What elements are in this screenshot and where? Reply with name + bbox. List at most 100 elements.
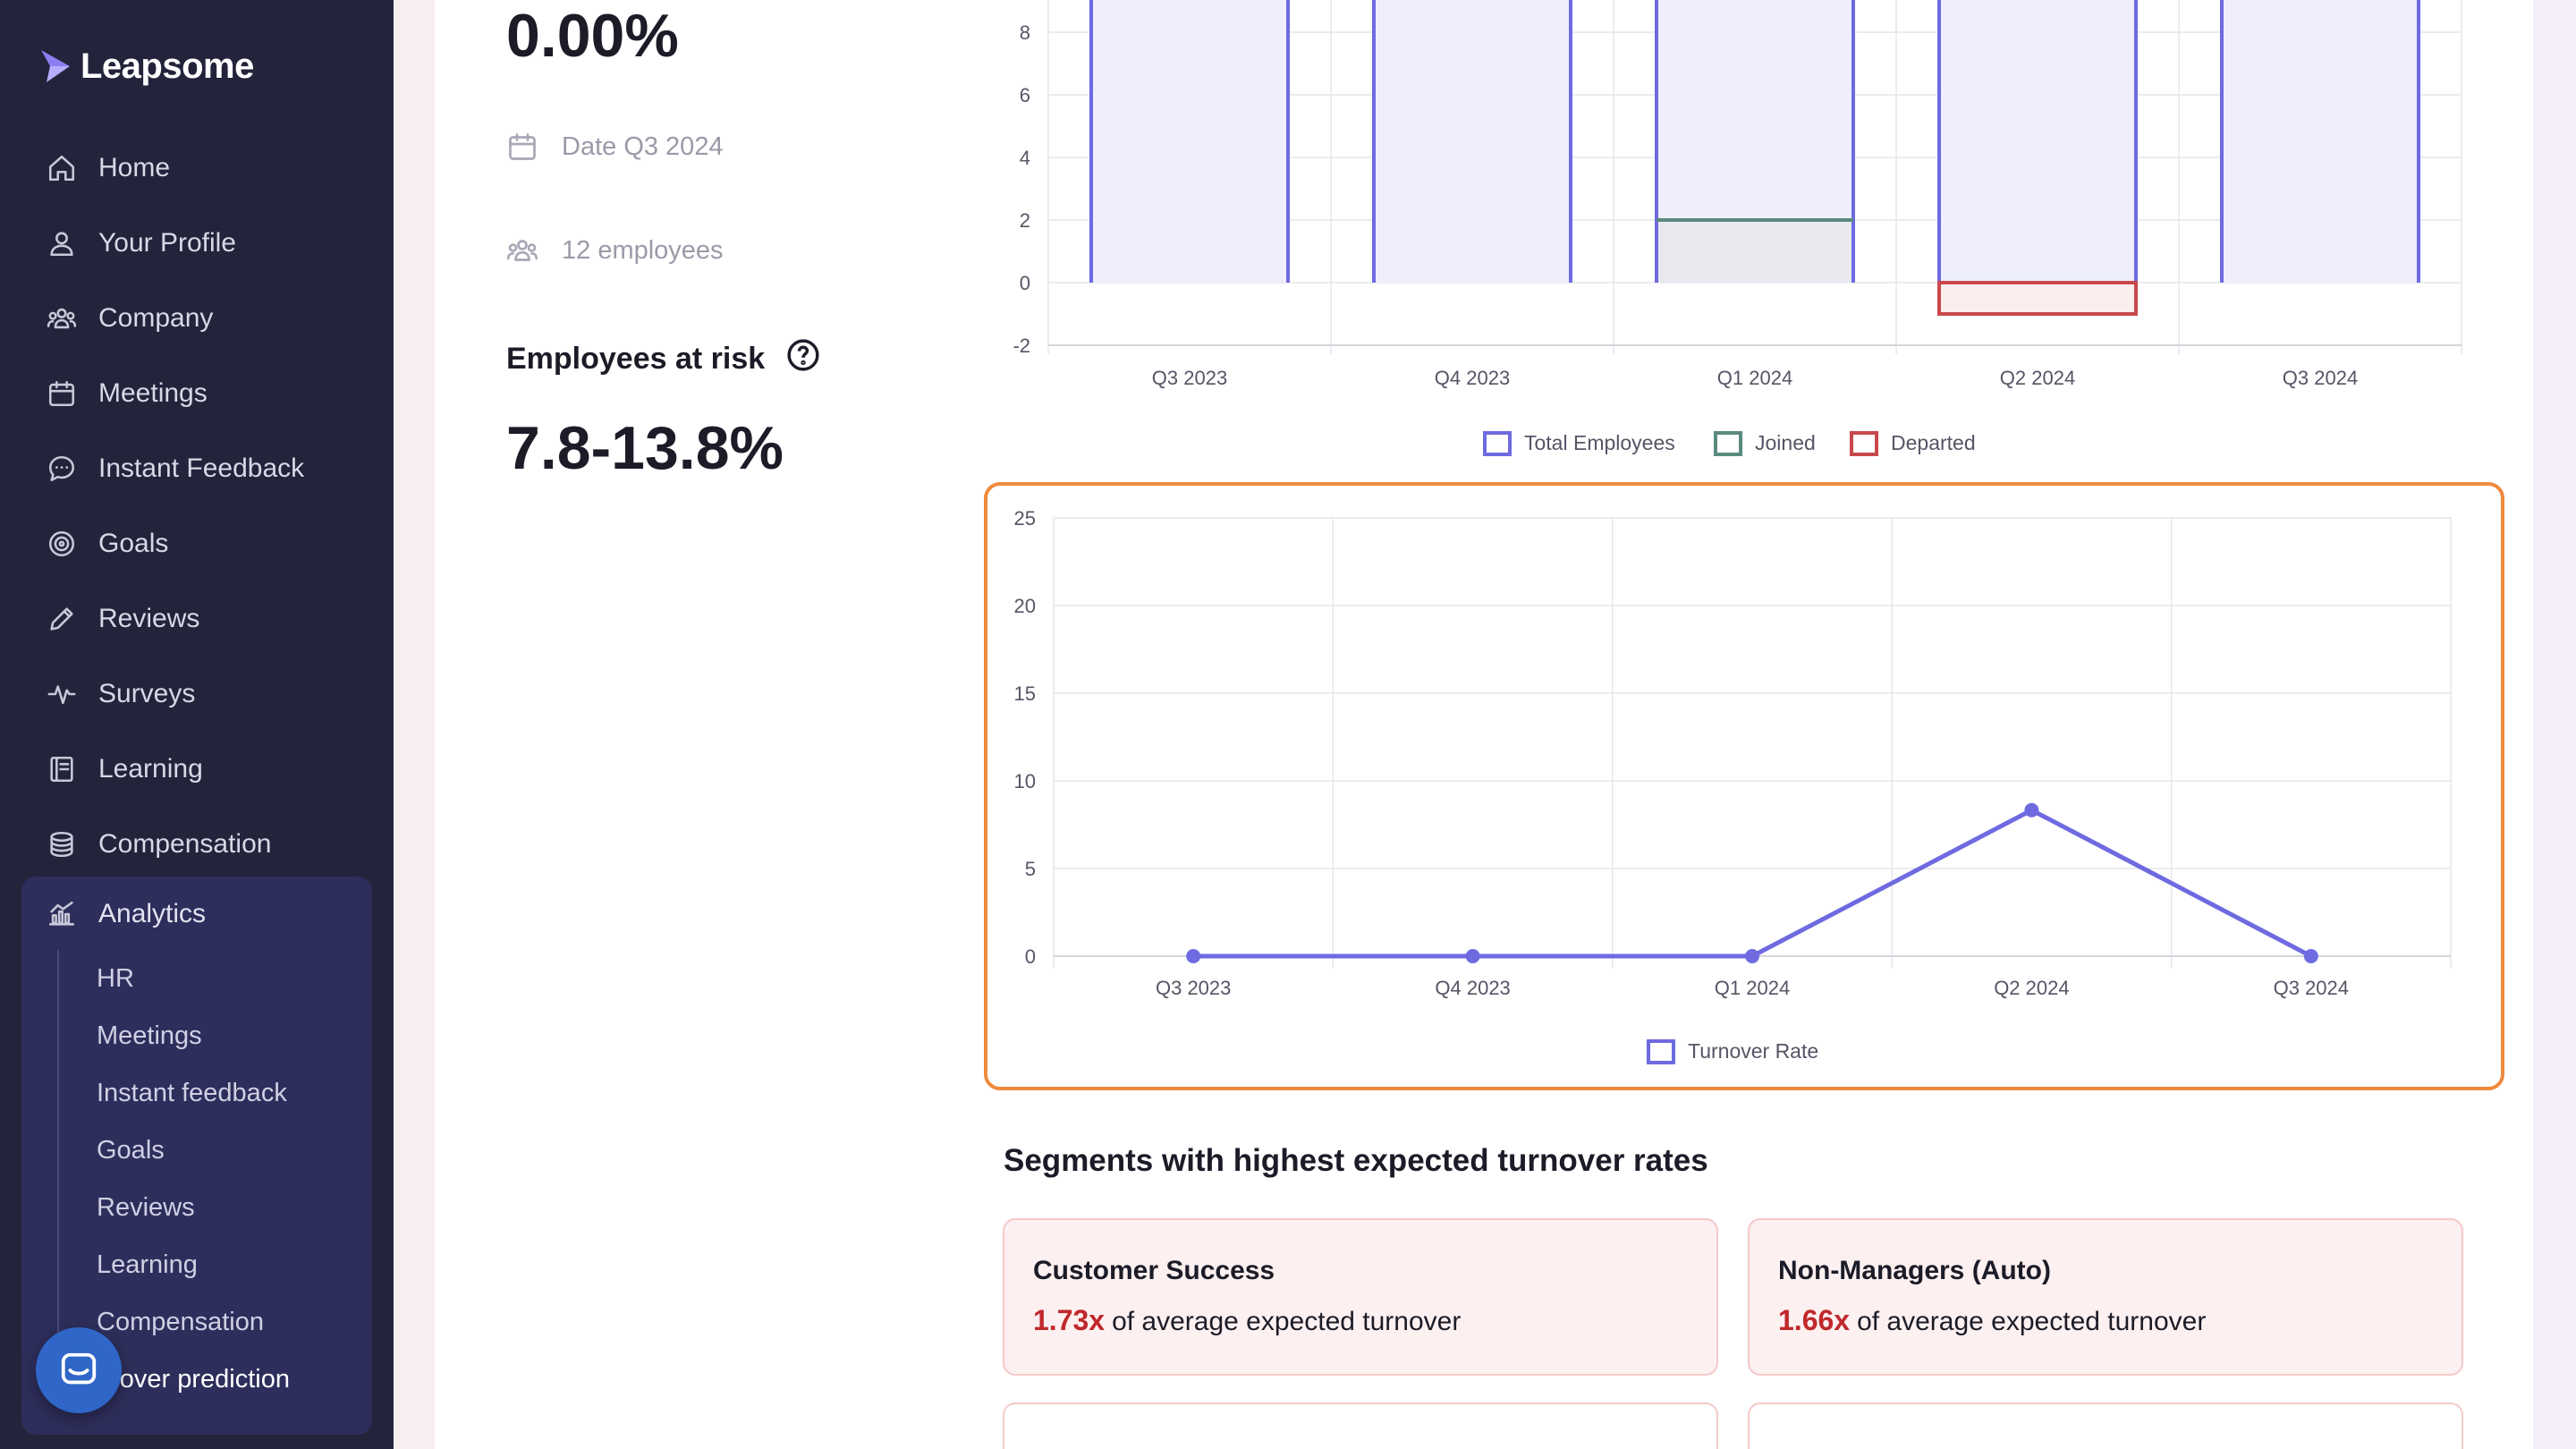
x-tick-label: Q3 2024 — [2274, 977, 2349, 999]
data-point — [1186, 949, 1201, 963]
y-tick-label: 8 — [1020, 21, 1030, 44]
segment-multiplier: 1.73x — [1033, 1304, 1106, 1336]
people-icon — [506, 240, 538, 261]
data-point — [1745, 949, 1759, 963]
chat-launcher-button[interactable] — [36, 1327, 122, 1413]
sidebar-item-company[interactable]: Company — [21, 281, 372, 356]
segments-heading: Segments with highest expected turnover … — [1004, 1143, 1708, 1178]
sub-item-instant-feedback[interactable]: Instant feedback — [59, 1064, 361, 1122]
legend-swatch — [1714, 431, 1742, 456]
x-tick-label: Q3 2023 — [1152, 367, 1227, 389]
y-tick-label: 6 — [1020, 84, 1030, 106]
turnover-rate-value: 0.00% — [506, 2, 679, 70]
legend-swatch — [1483, 431, 1512, 456]
coins-icon — [50, 831, 73, 858]
y-tick-label: 10 — [1014, 770, 1036, 792]
analytics-icon — [48, 901, 75, 926]
sub-item-reviews[interactable]: Reviews — [59, 1179, 361, 1236]
sidebar-item-home[interactable]: Home — [21, 131, 372, 206]
segment-line: 1.66x of average expected turnover — [1778, 1304, 2433, 1337]
date-label: Date Q3 2024 — [562, 131, 724, 161]
help-icon[interactable] — [786, 338, 820, 380]
legend-label: Joined — [1755, 431, 1816, 454]
employees-at-risk-value: 7.8-13.8% — [506, 414, 784, 482]
sidebar-item-learning[interactable]: Learning — [21, 732, 372, 807]
risk-title-text: Employees at risk — [506, 342, 766, 376]
data-point — [1465, 949, 1480, 963]
sidebar-item-label: Home — [98, 153, 171, 182]
sidebar-nav: Home Your Profile Company Meetings Insta… — [21, 131, 372, 882]
legend-swatch — [1850, 431, 1878, 456]
sidebar-item-analytics[interactable]: Analytics — [21, 877, 372, 952]
pencil-icon — [50, 607, 73, 631]
data-point — [2024, 802, 2039, 818]
sidebar-item-label: Goals — [98, 529, 169, 558]
sidebar-item-label: Reviews — [98, 604, 200, 633]
sub-item-hr[interactable]: HR — [59, 950, 361, 1007]
segment-name: Customer Success — [1033, 1256, 1275, 1285]
x-tick-label: Q1 2024 — [1717, 367, 1792, 389]
employees-label: 12 employees — [562, 235, 724, 265]
y-tick-label: 20 — [1014, 595, 1036, 617]
sidebar-item-meetings[interactable]: Meetings — [21, 356, 372, 431]
y-tick-label: 15 — [1014, 682, 1036, 705]
date-row: Date Q3 2024 — [506, 131, 724, 163]
calendar-icon — [509, 133, 536, 160]
book-icon — [50, 756, 73, 783]
legend-label: Turnover Rate — [1688, 1039, 1818, 1063]
sub-item-learning[interactable]: Learning — [59, 1236, 361, 1293]
sidebar-item-label: Your Profile — [98, 228, 236, 258]
segment-text: of average expected turnover — [1857, 1307, 2207, 1336]
x-tick-label: Q1 2024 — [1715, 977, 1790, 999]
y-tick-label: 0 — [1025, 945, 1036, 968]
x-tick-label: Q2 2024 — [2000, 367, 2075, 389]
y-tick-label: 4 — [1020, 147, 1030, 169]
legend-swatch — [1647, 1039, 1675, 1064]
sidebar-item-reviews[interactable]: Reviews — [21, 581, 372, 657]
logo[interactable]: Leapsome — [38, 43, 254, 89]
x-tick-label: Q3 2023 — [1156, 977, 1231, 999]
legend-label: Departed — [1891, 431, 1976, 454]
user-icon — [50, 232, 73, 257]
sidebar-item-goals[interactable]: Goals — [21, 506, 372, 581]
employees-at-risk-heading: Employees at risk — [506, 338, 820, 380]
x-tick-label: Q3 2024 — [2283, 367, 2358, 389]
series-line-turnover-rate — [1193, 808, 2312, 959]
y-tick-label: 25 — [1014, 507, 1036, 530]
sidebar: Leapsome Home Your Profile Company Meeti… — [0, 0, 394, 1449]
sidebar-item-compensation[interactable]: Compensation — [21, 807, 372, 882]
y-tick-label: -2 — [1013, 335, 1030, 357]
pulse-icon — [47, 685, 76, 705]
segment-multiplier: 1.66x — [1778, 1304, 1851, 1336]
segment-card[interactable]: Non-Managers (Auto) 1.66x of average expe… — [1748, 1218, 2463, 1376]
segment-card[interactable]: Customer Success 1.73x of average expecte… — [1003, 1218, 1718, 1376]
x-tick-label: Q2 2024 — [1994, 977, 2069, 999]
sub-item-goals[interactable]: Goals — [59, 1122, 361, 1179]
sidebar-item-your-profile[interactable]: Your Profile — [21, 206, 372, 281]
y-tick-label: 0 — [1020, 272, 1030, 294]
x-tick-label: Q4 2023 — [1435, 367, 1510, 389]
employees-row: 12 employees — [506, 234, 724, 267]
sidebar-item-label: Company — [98, 303, 214, 333]
people-icon — [47, 308, 77, 329]
segment-text: of average expected turnover — [1112, 1307, 1462, 1336]
bar-total-employees — [1091, 0, 1288, 283]
bar-departed — [1937, 281, 2138, 316]
bar-joined — [1658, 220, 1852, 283]
bar-total-employees — [2222, 0, 2419, 283]
sidebar-item-label: Analytics — [98, 899, 207, 928]
sidebar-item-instant-feedback[interactable]: Instant Feedback — [21, 431, 372, 506]
chat-bubble-icon — [61, 1352, 97, 1385]
segment-card[interactable] — [1003, 1402, 1718, 1449]
sub-item-meetings[interactable]: Meetings — [59, 1007, 361, 1064]
legend-label: Total Employees — [1524, 431, 1675, 454]
bar-total-employees — [1939, 0, 2136, 283]
chat-icon — [48, 455, 75, 482]
target-icon — [48, 530, 75, 557]
x-tick-label: Q4 2023 — [1435, 977, 1510, 999]
sidebar-item-surveys[interactable]: Surveys — [21, 657, 372, 732]
sidebar-item-label: Surveys — [98, 679, 196, 708]
y-tick-label: 5 — [1025, 858, 1036, 880]
segment-card[interactable] — [1748, 1402, 2463, 1449]
bar-total-employees — [1374, 0, 1571, 283]
